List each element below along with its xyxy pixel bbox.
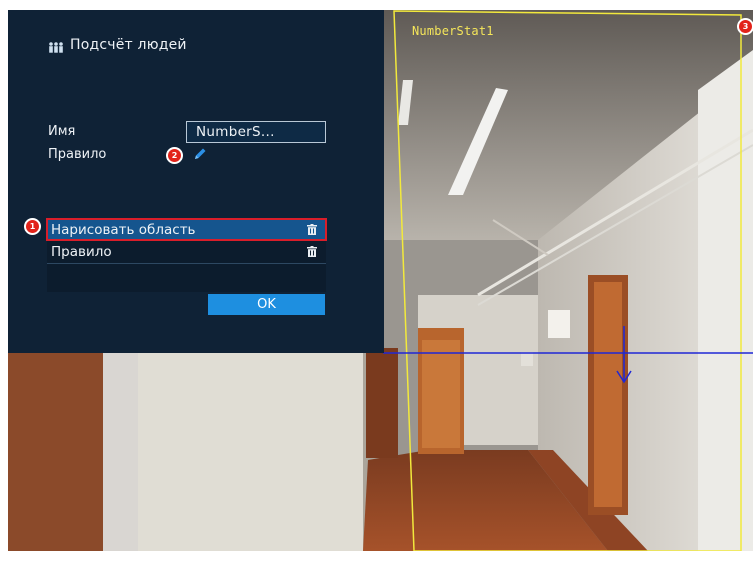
name-field[interactable]: NumberS...: [186, 121, 326, 143]
people-counting-icon: [49, 42, 63, 53]
name-label: Имя: [48, 124, 76, 139]
region-list: Нарисовать область Правило: [47, 219, 326, 292]
dialog-title: Подсчёт людей: [70, 37, 187, 53]
rule-label: Правило: [48, 147, 107, 162]
list-item-label: Правило: [51, 244, 112, 260]
trash-icon[interactable]: [307, 246, 317, 257]
people-counting-dialog: Подсчёт людей Имя NumberS... Правило Нар…: [8, 10, 384, 353]
list-item-rule[interactable]: Правило: [47, 242, 326, 262]
annotation-badge-2: 2: [166, 147, 183, 164]
region-name-label: NumberStat1: [412, 24, 494, 38]
trash-icon[interactable]: [307, 224, 317, 235]
list-item-label: Нарисовать область: [51, 222, 196, 238]
annotation-badge-3: 3: [737, 18, 753, 35]
ok-button[interactable]: OK: [208, 294, 325, 315]
edit-rule-icon[interactable]: [192, 146, 208, 162]
annotation-badge-1: 1: [24, 218, 41, 235]
list-item-draw-area[interactable]: Нарисовать область: [47, 220, 326, 240]
list-divider: [47, 263, 326, 264]
